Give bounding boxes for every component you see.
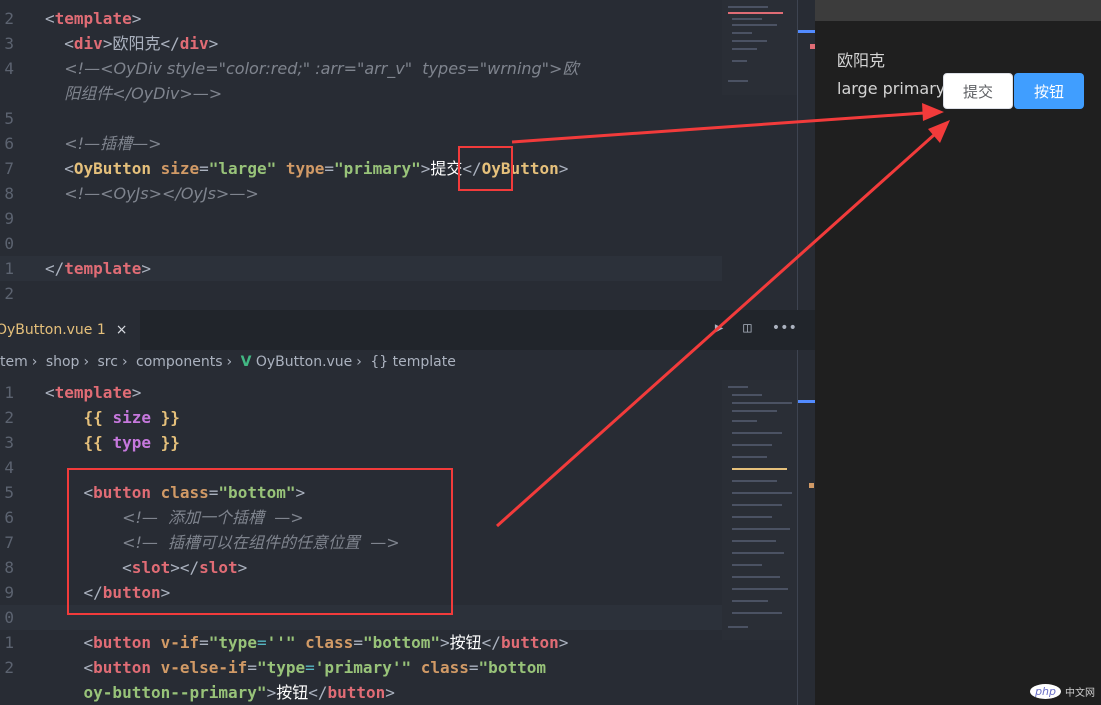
vue-file-icon: V <box>240 354 252 370</box>
line-number: 8 <box>4 558 14 577</box>
line-number: 2 <box>4 658 14 677</box>
more-actions-icon[interactable]: ••• <box>772 320 797 336</box>
chevron-right-icon: › <box>121 354 128 370</box>
code-text: <template> <box>45 383 142 402</box>
line-number: 8 <box>4 184 14 203</box>
breadcrumb-item[interactable]: template <box>393 354 456 370</box>
line-number: 1 <box>4 633 14 652</box>
code-line[interactable]: 9 <box>0 206 722 231</box>
code-line[interactable]: 4 <!—<OyDiv style="color:red;" :arr="arr… <box>0 56 722 81</box>
split-editor-icon[interactable]: ◫ <box>743 320 751 336</box>
code-line[interactable]: oy-button--primary">按钮</button> <box>0 680 722 705</box>
preview-toolbar <box>815 0 1101 21</box>
line-number: 2 <box>4 284 14 303</box>
php-logo-icon: php <box>1030 684 1061 699</box>
code-line[interactable]: 3 {{ type }} <box>0 430 722 455</box>
code-line[interactable]: 2 <template> <box>0 6 722 31</box>
top-minimap[interactable] <box>722 0 797 95</box>
line-number: 0 <box>4 234 14 253</box>
code-line[interactable]: 1 <button v-if="type=''" class="bottom">… <box>0 630 722 655</box>
line-number: 2 <box>4 408 14 427</box>
line-number: 5 <box>4 483 14 502</box>
scroll-marker <box>798 400 815 403</box>
browser-preview-pane: 欧阳克 large primary 提交 按钮 php 中文网 <box>815 0 1101 705</box>
line-number: 1 <box>4 383 14 402</box>
line-number: 4 <box>4 458 14 477</box>
submit-button[interactable]: 提交 <box>943 73 1013 109</box>
close-icon[interactable]: × <box>116 322 128 338</box>
tab-label: OyButton.vue 1 <box>0 322 106 338</box>
code-line[interactable]: 1 </template> <box>0 256 722 281</box>
breadcrumb-item[interactable]: shop <box>46 354 80 370</box>
code-line[interactable]: 1 <template> <box>0 380 722 405</box>
braces-icon: {} <box>370 354 389 370</box>
bottom-minimap[interactable] <box>722 380 797 640</box>
code-text: {{ size }} <box>83 408 180 427</box>
run-icon[interactable]: ▶ <box>715 320 723 336</box>
bottom-scrollbar[interactable] <box>797 350 798 705</box>
line-number: 7 <box>4 159 14 178</box>
line-number: 3 <box>4 433 14 452</box>
line-number: 3 <box>4 34 14 53</box>
line-number: 5 <box>4 109 14 128</box>
code-line[interactable]: 2 <button v-else-if="type='primary'" cla… <box>0 655 722 680</box>
code-text: <div>欧阳克</div> <box>64 34 219 53</box>
line-number: 6 <box>4 508 14 527</box>
code-text: </template> <box>45 259 151 278</box>
chevron-right-icon: › <box>83 354 90 370</box>
chevron-right-icon: › <box>226 354 233 370</box>
tab-bar: OyButton.vue 1 × ▶ ◫ ••• <box>0 310 815 350</box>
chevron-right-icon: › <box>356 354 362 370</box>
tab-oybutton-vue[interactable]: OyButton.vue 1 × <box>0 310 140 350</box>
code-text: <button v-if="type=''" class="bottom">按钮… <box>83 633 569 652</box>
line-number: 0 <box>4 608 14 627</box>
primary-button[interactable]: 按钮 <box>1014 73 1084 109</box>
code-text: <template> <box>45 9 142 28</box>
code-line[interactable]: 6 <!—插槽—> <box>0 131 722 156</box>
bottom-editor-pane[interactable]: OyButton.vue 1 × ▶ ◫ ••• tem › shop › src ›… <box>0 310 815 705</box>
highlight-box-submit-text <box>458 146 513 191</box>
line-number: 4 <box>4 59 14 78</box>
code-line[interactable]: 0 <box>0 231 722 256</box>
code-line[interactable]: 7 <OyButton size="large" type="primary">… <box>0 156 722 181</box>
breadcrumb-item[interactable]: OyButton.vue <box>256 354 352 370</box>
chevron-right-icon: › <box>31 354 38 370</box>
code-line[interactable]: 阳组件</OyDiv>—> <box>0 81 722 106</box>
code-text: 阳组件</OyDiv>—> <box>64 84 223 103</box>
editor-actions: ▶ ◫ ••• <box>715 320 797 336</box>
line-number: 2 <box>4 9 14 28</box>
breadcrumb-item[interactable]: components <box>136 354 223 370</box>
code-line[interactable]: 2 {{ size }} <box>0 405 722 430</box>
line-number: 9 <box>4 583 14 602</box>
top-editor-pane[interactable]: 2 <template> 3 <div>欧阳克</div> 4 <!—<OyDiv s… <box>0 0 815 310</box>
code-text: {{ type }} <box>83 433 180 452</box>
breadcrumb-item[interactable]: src <box>98 354 118 370</box>
line-number: 9 <box>4 209 14 228</box>
code-text: <button v-else-if="type='primary'" class… <box>83 658 546 677</box>
code-text: <!—<OyJs></OyJs>—> <box>64 184 259 203</box>
breadcrumb: tem › shop › src › components › V OyButton.v… <box>0 354 456 378</box>
code-line[interactable]: 5 <box>0 106 722 131</box>
line-number: 7 <box>4 533 14 552</box>
watermark: php 中文网 <box>1030 684 1095 699</box>
code-text: oy-button--primary">按钮</button> <box>83 683 395 702</box>
breadcrumb-item[interactable]: tem <box>0 354 28 370</box>
code-line[interactable]: 3 <div>欧阳克</div> <box>0 31 722 56</box>
code-line[interactable]: 2 <box>0 281 722 306</box>
line-number: 1 <box>4 259 14 278</box>
line-number: 6 <box>4 134 14 153</box>
highlight-box-slot-button <box>67 468 453 615</box>
scroll-marker <box>798 30 815 33</box>
preview-name-text: 欧阳克 <box>837 51 886 70</box>
top-scrollbar[interactable] <box>797 0 798 310</box>
code-line[interactable]: 8 <!—<OyJs></OyJs>—> <box>0 181 722 206</box>
watermark-text: 中文网 <box>1065 688 1095 699</box>
preview-props-text: large primary <box>837 79 946 98</box>
code-text: <!—<OyDiv style="color:red;" :arr="arr_v… <box>64 59 579 78</box>
warning-marker <box>809 483 814 488</box>
code-text: <!—插槽—> <box>64 134 162 153</box>
